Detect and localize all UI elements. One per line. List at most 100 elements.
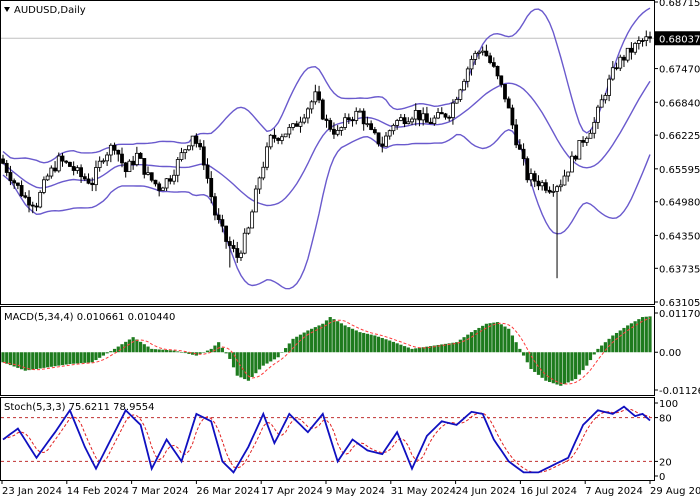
macd-bar [209, 348, 213, 353]
macd-bar [131, 337, 135, 353]
macd-bar [306, 330, 310, 353]
candle-body [540, 182, 545, 187]
macd-bar [332, 319, 336, 353]
candle-body [160, 187, 165, 191]
macd-bar [5, 352, 9, 364]
candle-body [253, 188, 258, 213]
candle-body [116, 149, 121, 155]
macd-bar [142, 344, 146, 353]
macd-bar [109, 351, 113, 353]
macd-bar [339, 323, 343, 353]
macd-bar [350, 328, 355, 353]
candle-body [23, 195, 28, 198]
stoch-tick-label: 0 [659, 472, 665, 483]
candle-body [584, 137, 589, 143]
candle-body [45, 175, 50, 181]
macd-bar [488, 323, 492, 353]
macd-bar [596, 348, 600, 353]
macd-bar [105, 352, 109, 354]
candle-body [588, 132, 593, 139]
macd-bar [336, 321, 340, 353]
stoch-tick-label: 100 [659, 399, 678, 410]
candle-body [387, 130, 392, 137]
macd-bar [544, 352, 548, 381]
macd-bar [391, 341, 396, 353]
macd-bar [562, 352, 567, 385]
macd-bar [276, 352, 280, 358]
macd-bar [559, 352, 563, 386]
macd-bar [521, 352, 526, 356]
time-tick-label: 29 Aug 2024 [650, 486, 700, 497]
candle-body [27, 196, 31, 206]
price-panel-frame [0, 0, 655, 305]
candle-body [346, 117, 351, 121]
candle-body [164, 178, 169, 189]
candle-body [142, 158, 147, 175]
candle-body [607, 78, 611, 96]
candle-body [127, 160, 132, 173]
price-tick-label: 0.63105 [659, 298, 700, 309]
candle-body [213, 196, 217, 216]
candle-body [599, 99, 604, 108]
macd-bar [499, 324, 503, 353]
candle-body [510, 107, 515, 126]
candle-body [201, 146, 206, 166]
macd-bar [42, 352, 46, 368]
candle-body [320, 99, 325, 120]
macd-bar [250, 352, 254, 377]
candle-body [339, 127, 344, 131]
macd-bar [168, 350, 172, 353]
macd-bar [146, 346, 150, 353]
candle-body [86, 178, 91, 184]
candle-body [317, 91, 321, 101]
candle-body [283, 133, 288, 138]
candle-body [562, 175, 567, 186]
macd-bar [83, 352, 87, 363]
macd-axis: 0.011704 0.00 -0.01126 [654, 309, 700, 397]
candle-body [458, 89, 463, 100]
candle-body [495, 65, 500, 77]
candle-body [462, 80, 466, 91]
macd-bar [555, 352, 559, 385]
macd-bar [365, 333, 370, 353]
time-tick-label: 17 Apr 2024 [261, 486, 323, 497]
candle-body [112, 144, 117, 151]
bollinger-upper [2, 7, 651, 164]
candle-body [153, 179, 158, 185]
macd-bar [272, 352, 277, 360]
macd-bar [254, 352, 258, 374]
macd-tick-label: 0.00 [659, 348, 681, 359]
macd-bar [395, 343, 399, 353]
candle-body [335, 130, 340, 135]
candle-body [406, 121, 411, 125]
candle-body [428, 121, 433, 124]
macd-bar [581, 352, 585, 371]
macd-bar [518, 348, 522, 353]
candle-body [625, 47, 630, 61]
price-tick-label: 0.67470 [659, 65, 700, 76]
candle-body [328, 120, 333, 130]
macd-bar [622, 327, 626, 353]
candle-body [358, 110, 362, 113]
candle-body [369, 123, 374, 130]
macd-bar [414, 348, 418, 353]
macd-bar [75, 352, 79, 364]
candle-body [302, 117, 307, 123]
macd-bar [53, 352, 57, 367]
macd-bar [592, 352, 596, 355]
macd-bar [540, 352, 544, 378]
candle-body [231, 245, 236, 249]
macd-bar [38, 352, 42, 369]
macd-bar [138, 341, 143, 353]
candle-body [443, 113, 448, 118]
macd-tick-label: -0.01126 [659, 386, 700, 397]
candle-body [432, 117, 437, 124]
time-tick-label: 31 May 2024 [391, 486, 456, 497]
price-axis: 0.68715 0.67470 0.66840 0.66225 0.65595 0.649… [654, 0, 700, 309]
candle-body [555, 186, 559, 192]
macd-bar [618, 330, 622, 353]
macd-bar [503, 326, 507, 353]
candle-body [265, 146, 269, 168]
candle-body [521, 148, 526, 160]
last-price-label: 0.68037 [659, 34, 700, 45]
